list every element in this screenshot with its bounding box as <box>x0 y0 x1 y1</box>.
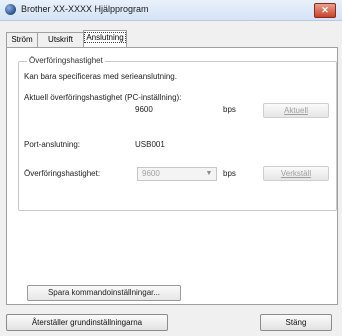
current-speed-value: 9600 <box>135 105 153 114</box>
save-command-settings-label: Spara kommandoinställningar... <box>47 288 161 297</box>
close-icon: ✕ <box>321 5 329 15</box>
current-button[interactable]: Aktuell <box>263 103 329 118</box>
tab-anslutning[interactable]: Anslutning <box>83 30 127 47</box>
serial-only-note: Kan bara specificeras med serieanslutnin… <box>24 72 177 81</box>
current-speed-label: Aktuell överföringshastighet (PC-inställ… <box>24 93 182 102</box>
speed-select[interactable]: 9600 ▼ <box>137 167 217 181</box>
reset-defaults-label: Återställer grundinställningarna <box>31 318 143 327</box>
utility-window: Brother XX-XXXX Hjälpprogram ✕ Ström Uts… <box>0 0 342 336</box>
close-dialog-button[interactable]: Stäng <box>260 314 332 331</box>
save-command-settings-button[interactable]: Spara kommandoinställningar... <box>27 285 181 301</box>
port-value: USB001 <box>135 140 165 149</box>
apply-button[interactable]: Verkställ <box>263 166 329 181</box>
close-dialog-label: Stäng <box>285 318 307 327</box>
reset-defaults-button[interactable]: Återställer grundinställningarna <box>6 314 168 331</box>
speed-select-value: 9600 <box>142 169 160 178</box>
current-button-label: Aktuell <box>283 106 308 115</box>
port-label: Port-anslutning: <box>24 140 81 149</box>
window-title: Brother XX-XXXX Hjälpprogram <box>21 4 149 14</box>
transfer-speed-group: Överföringshastighet Kan bara specificer… <box>18 56 337 211</box>
window-close-button[interactable]: ✕ <box>314 3 336 18</box>
tab-utskrift[interactable]: Utskrift <box>37 32 84 47</box>
speed-unit: bps <box>223 169 236 178</box>
speed-label: Överföringshastighet: <box>24 169 101 178</box>
app-icon <box>5 4 16 15</box>
chevron-down-icon: ▼ <box>205 170 213 177</box>
group-title: Överföringshastighet <box>27 56 105 65</box>
current-speed-unit: bps <box>223 105 236 114</box>
title-bar: Brother XX-XXXX Hjälpprogram ✕ <box>0 0 342 21</box>
tab-strom[interactable]: Ström <box>6 32 38 47</box>
tab-anslutning-label: Anslutning <box>84 32 126 43</box>
apply-button-label: Verkställ <box>280 169 312 178</box>
anslutning-panel: Överföringshastighet Kan bara specificer… <box>6 47 338 305</box>
